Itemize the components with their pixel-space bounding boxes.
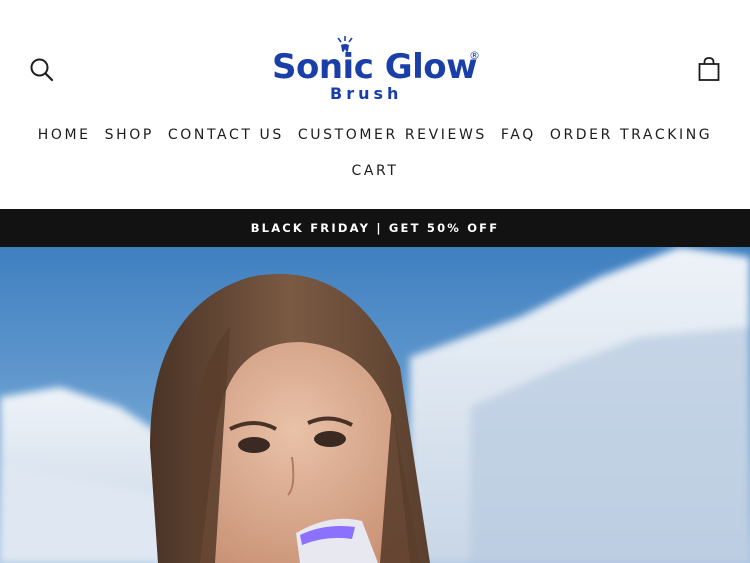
announcement-text: BLACK FRIDAY | GET 50% OFF xyxy=(250,221,500,235)
nav-row-primary: HOME SHOP CONTACT US CUSTOMER REVIEWS FA… xyxy=(0,126,750,144)
nav-item-faq[interactable]: FAQ xyxy=(501,126,536,144)
registered-mark: ® xyxy=(469,49,480,62)
nav-item-cart[interactable]: CART xyxy=(351,162,398,180)
nav-item-contact-us[interactable]: CONTACT US xyxy=(168,126,284,144)
site-header: Sonic Glow ® Brush HOME SHOP CONTACT US … xyxy=(0,0,750,209)
logo-name: Sonic Glow xyxy=(272,47,478,87)
hero-image xyxy=(0,247,750,563)
cart-button[interactable] xyxy=(695,55,723,83)
nav-item-customer-reviews[interactable]: CUSTOMER REVIEWS xyxy=(298,126,487,144)
hero-banner xyxy=(0,247,750,563)
shopping-bag-icon xyxy=(698,57,720,81)
site-logo[interactable]: Sonic Glow ® Brush xyxy=(268,36,484,106)
search-icon xyxy=(30,58,54,82)
nav-row-secondary: CART xyxy=(0,162,750,180)
nav-item-home[interactable]: HOME xyxy=(38,126,91,144)
nav-item-shop[interactable]: SHOP xyxy=(105,126,154,144)
announcement-bar[interactable]: BLACK FRIDAY | GET 50% OFF xyxy=(0,209,750,247)
nav-item-order-tracking[interactable]: ORDER TRACKING xyxy=(550,126,712,144)
logo-subtitle: Brush xyxy=(330,84,403,103)
search-button[interactable] xyxy=(29,57,55,83)
